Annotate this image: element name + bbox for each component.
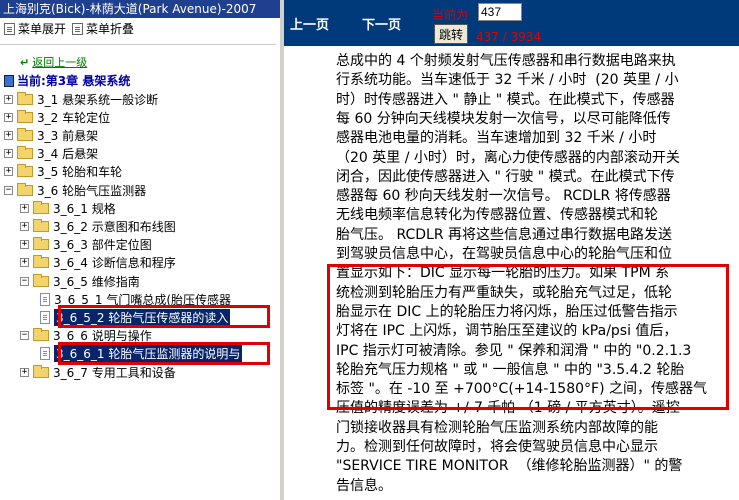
- tree-folder-item[interactable]: − 3_6_5 维修指南: [20, 272, 140, 290]
- folder-icon: [17, 127, 33, 141]
- expand-toggle-icon[interactable]: +: [20, 240, 29, 250]
- expand-toggle-icon[interactable]: +: [20, 221, 29, 231]
- expand-toggle-icon[interactable]: +: [20, 203, 29, 213]
- tree-item-label: 3_2 车轮定位: [37, 110, 111, 125]
- tree-folder-item[interactable]: +3_6_1 规格: [20, 199, 116, 217]
- collapse-toggle-icon[interactable]: −: [4, 185, 13, 195]
- tree-folder-item[interactable]: +3_1 悬架系统一般诊断: [4, 90, 158, 108]
- expand-toggle-icon[interactable]: +: [4, 112, 13, 122]
- tree-item-label: 3_6_3 部件定位图: [53, 238, 152, 253]
- folder-icon: [17, 109, 33, 123]
- back-arrow-icon: ↵: [20, 55, 30, 69]
- document-icon: [40, 292, 50, 306]
- tree-item-label: 3_6_2 示意图和布线图: [53, 219, 176, 234]
- menu-expand-label: 菜单展开: [18, 22, 67, 36]
- folder-icon: [33, 273, 49, 287]
- content-line: 告信息。: [336, 477, 392, 494]
- folder-icon: [17, 146, 33, 160]
- highlight-box: [327, 264, 729, 410]
- expand-toggle-icon[interactable]: +: [4, 149, 13, 159]
- content-line: 闭合，因此使传感器进入 " 行驶 " 模式。在此模式下传: [336, 168, 675, 185]
- tree-item-label: 3_6_7 专用工具和设备: [53, 365, 176, 380]
- content-line: 行系统功能。当车速低于 32 千米 / 小时 (20 英里 / 小: [336, 72, 679, 89]
- expand-toggle-icon[interactable]: +: [4, 167, 13, 177]
- folder-icon: [17, 182, 33, 196]
- folder-icon: [17, 164, 33, 178]
- tree-folder-item[interactable]: +3_5 轮胎和车轮: [4, 163, 122, 181]
- tree-item-label: 3_1 悬架系统一般诊断: [37, 92, 159, 107]
- page-toolbar: 上一页 下一页 当前为 跳转 437 / 3934: [284, 0, 739, 46]
- menu-list-icon: [4, 23, 15, 35]
- back-link[interactable]: ↵ 返回上一级: [20, 54, 87, 70]
- tree-item-label: 3_6_5 维修指南: [53, 274, 140, 289]
- content-line: 无线电频率信息转化为传感器位置、传感器模式和轮: [336, 207, 658, 224]
- next-page-button[interactable]: 下一页: [362, 14, 401, 33]
- tree-folder-item[interactable]: +3_6_2 示意图和布线图: [20, 217, 176, 235]
- folder-icon: [33, 364, 49, 378]
- folder-icon: [33, 200, 49, 214]
- menu-divider: [0, 44, 276, 45]
- tree-folder-item[interactable]: +3_3 前悬架: [4, 126, 98, 144]
- tree-folder-item[interactable]: +3_6_4 诊断信息和程序: [20, 254, 176, 272]
- jump-button[interactable]: 跳转: [434, 24, 468, 44]
- tree-item-label: 3_6 轮胎气压监测器: [37, 183, 147, 198]
- menu-collapse-label: 菜单折叠: [86, 22, 135, 36]
- document-icon: [40, 310, 50, 324]
- content-line: 时）时传感器进入 " 静止 " 模式。在此模式下，传感器: [336, 91, 675, 108]
- menu-expand-button[interactable]: 菜单展开: [4, 18, 66, 40]
- folder-icon: [33, 237, 49, 251]
- current-chapter: 当前:第3章 悬架系统: [4, 72, 130, 89]
- current-chapter-label: 当前:第3章 悬架系统: [17, 74, 131, 88]
- content-line: 感器每 60 秒向天线发射一次信号。 RCDLR 将传感器: [336, 188, 671, 205]
- tree-item-label: 3_6_4 诊断信息和程序: [53, 256, 176, 271]
- collapse-toggle-icon[interactable]: −: [20, 276, 29, 286]
- expand-toggle-icon[interactable]: +: [20, 367, 29, 377]
- content-line: 到驾驶员信息中心，在驾驶员信息中心的轮胎气压和位: [336, 246, 672, 262]
- page-number-input[interactable]: [478, 3, 522, 21]
- tree-folder-item[interactable]: +3_6_3 部件定位图: [20, 236, 152, 254]
- folder-icon: [17, 91, 33, 105]
- tree-item-label: 3_6_1 规格: [53, 201, 116, 216]
- folder-icon: [33, 218, 49, 232]
- expand-toggle-icon[interactable]: +: [20, 258, 29, 268]
- prev-page-button[interactable]: 上一页: [290, 14, 329, 33]
- tree-item-label: 3_5 轮胎和车轮: [37, 165, 123, 180]
- tree-item-label: 3_4 后悬架: [37, 147, 99, 162]
- content-line: "SERVICE TIRE MONITOR （维修轮胎监测器）" 的警: [336, 458, 683, 475]
- content-line: （20 英里 / 小时）时，离心力使传感器的内部滚动开关: [336, 149, 680, 166]
- page-count: 437 / 3934: [476, 30, 542, 44]
- left-pane: 上海别克(Bick)-林荫大道(Park Avenue)-2007 菜单展开 菜…: [0, 0, 280, 500]
- folder-icon: [33, 255, 49, 269]
- content-line: 胎气压。 RCDLR 再将这些信息通过串行数据电路发送: [336, 226, 673, 243]
- document-icon: [40, 347, 50, 361]
- collapse-toggle-icon[interactable]: −: [20, 331, 29, 341]
- current-page-label: 当前为: [432, 8, 469, 22]
- expand-toggle-icon[interactable]: +: [4, 94, 13, 104]
- tree-folder-item[interactable]: +3_4 后悬架: [4, 145, 98, 163]
- expand-toggle-icon[interactable]: +: [4, 130, 13, 140]
- highlight-box: [58, 305, 270, 329]
- content-line: 感器电池电量的消耗。当车速增加到 32 千米 / 小时: [336, 130, 657, 147]
- tree-folder-item[interactable]: − 3_6 轮胎气压监测器: [4, 181, 146, 199]
- content-line: 力。检测到任何故障时，将会使驾驶员信息中心显示: [336, 439, 658, 455]
- back-link-label: 返回上一级: [32, 56, 88, 69]
- menu-collapse-button[interactable]: 菜单折叠: [72, 18, 134, 40]
- menu-bar: 菜单展开 菜单折叠: [0, 18, 280, 40]
- folder-icon: [33, 328, 49, 342]
- content-line: 每 60 分钟向天线模块发射一次信号，以尽可能降低传: [336, 110, 671, 127]
- window-title: 上海别克(Bick)-林荫大道(Park Avenue)-2007: [0, 0, 280, 18]
- tree-folder-item[interactable]: +3_6_7 专用工具和设备: [20, 363, 176, 381]
- content-line: 门锁接收器具有检测轮胎气压监测系统内部故障的能: [336, 419, 658, 436]
- tree-folder-item[interactable]: +3_2 车轮定位: [4, 108, 110, 126]
- highlight-box: [58, 341, 270, 365]
- menu-list-icon: [72, 23, 83, 35]
- book-icon: [4, 74, 14, 87]
- content-line: 总成中的 4 个射频发射气压传感器和串行数据电路来执: [336, 53, 676, 69]
- tree-item-label: 3_3 前悬架: [37, 128, 99, 143]
